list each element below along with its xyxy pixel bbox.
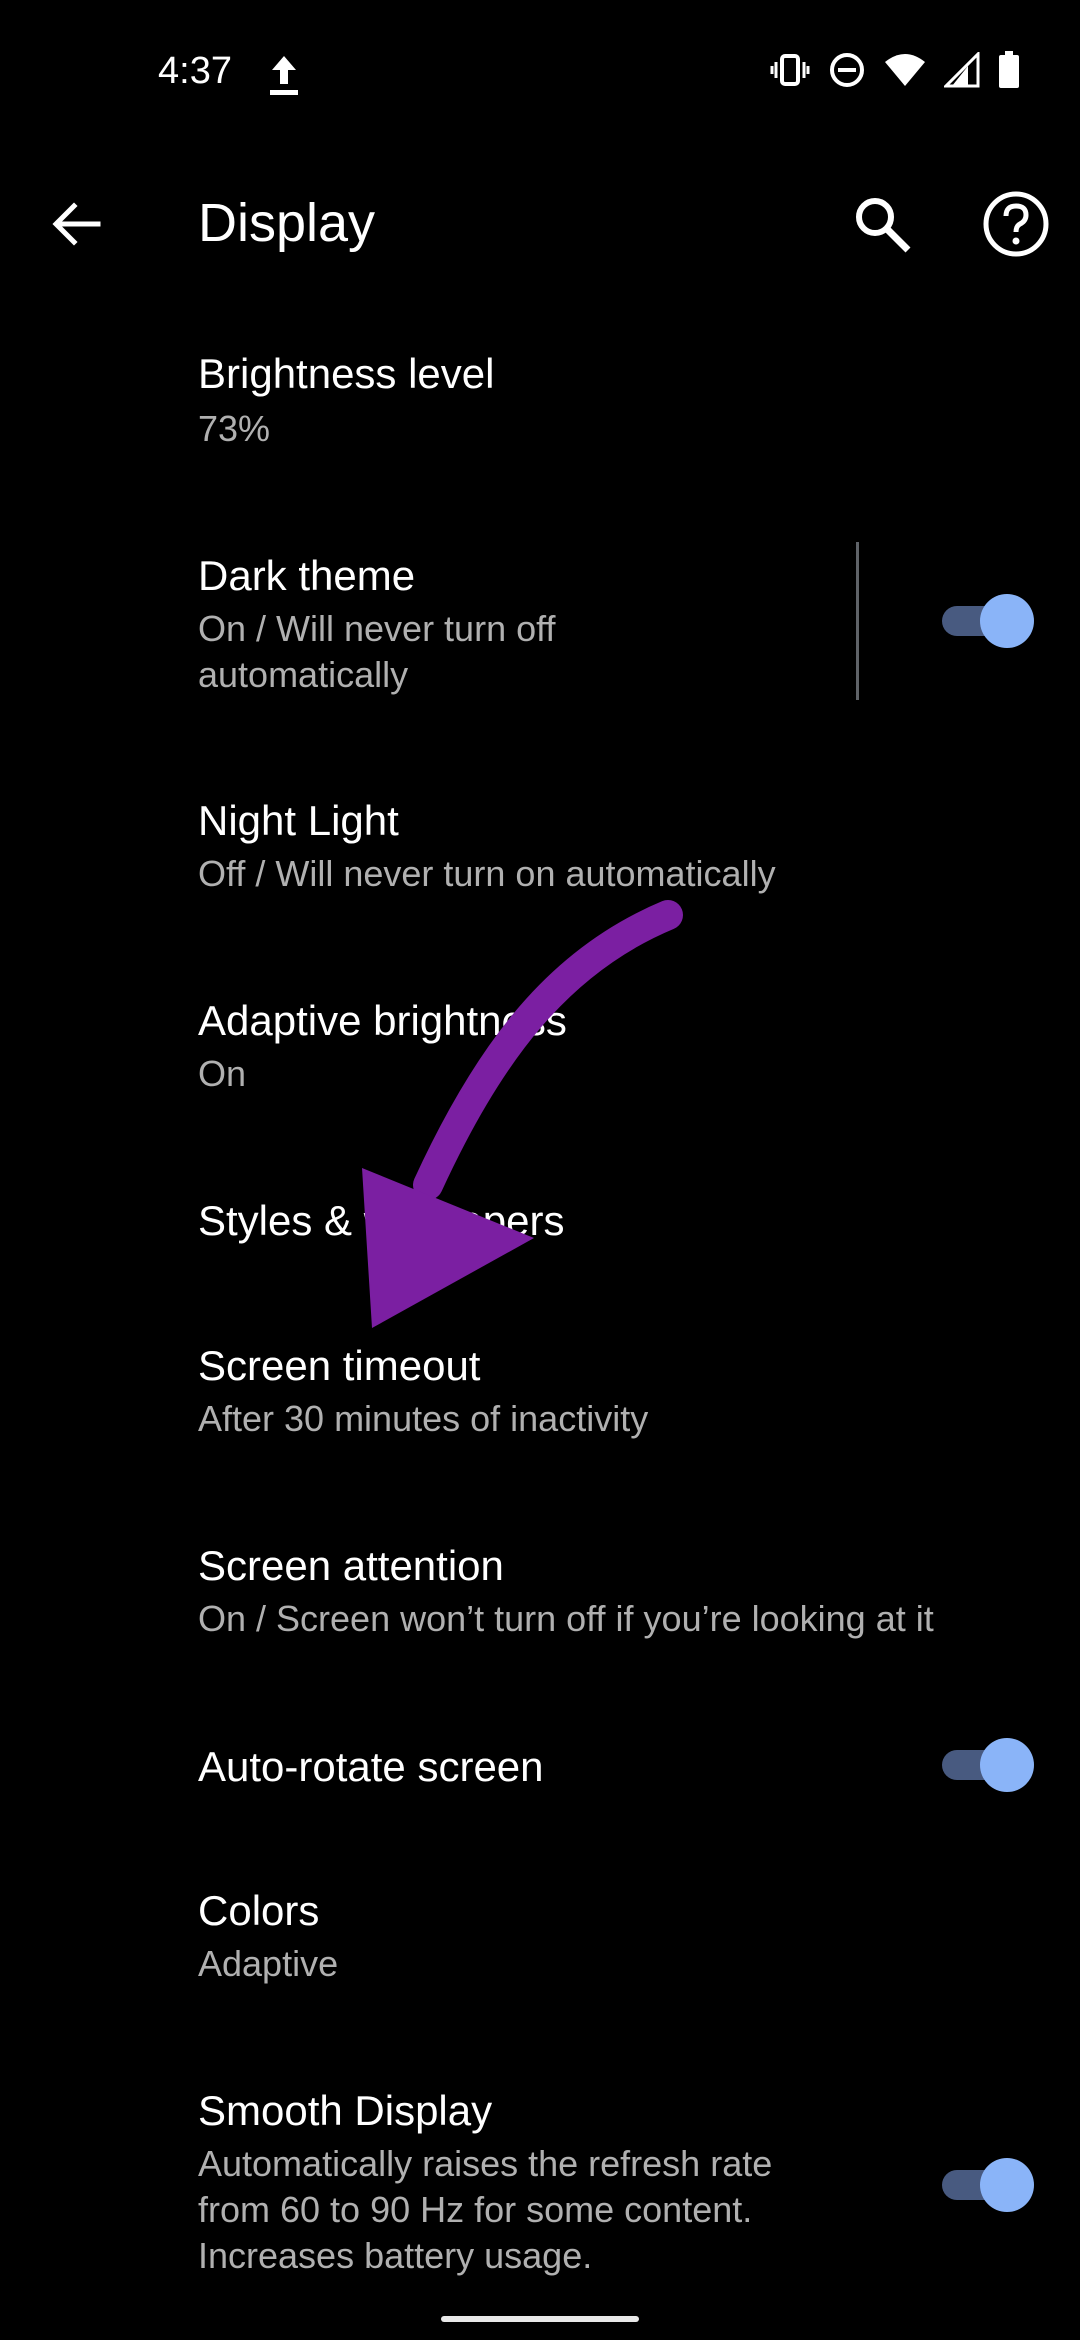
setting-title: Screen attention <box>198 1542 504 1589</box>
setting-title: Night Light <box>198 797 399 844</box>
app-bar: Display <box>0 170 1080 280</box>
clock: 4:37 <box>158 50 232 92</box>
setting-brightness-level[interactable]: Brightness level 73% <box>0 330 1080 480</box>
divider <box>856 542 859 700</box>
setting-smooth-display[interactable]: Smooth Display Automatically raises the … <box>0 2065 1080 2305</box>
arrow-back-icon[interactable] <box>44 192 108 256</box>
battery-icon <box>999 51 1019 88</box>
setting-auto-rotate-screen[interactable]: Auto-rotate screen <box>0 1715 1080 1825</box>
setting-summary: On / Screen won’t turn off if you’re loo… <box>198 1598 934 1639</box>
dark-theme-toggle[interactable] <box>938 590 1034 650</box>
setting-summary: After 30 minutes of inactivity <box>198 1398 649 1439</box>
setting-styles-wallpapers[interactable]: Styles & wallpapers <box>0 1175 1080 1285</box>
setting-title: Dark theme <box>198 552 416 599</box>
setting-dark-theme[interactable]: Dark theme On / Will never turn off auto… <box>0 530 1080 730</box>
auto-rotate-toggle[interactable] <box>938 1734 1034 1794</box>
setting-title: Screen timeout <box>198 1342 481 1389</box>
setting-screen-timeout[interactable]: Screen timeout After 30 minutes of inact… <box>0 1320 1080 1470</box>
setting-summary: Off / Will never turn on automatically <box>198 853 776 894</box>
vibrate-icon <box>770 54 810 86</box>
setting-title: Styles & wallpapers <box>198 1197 565 1244</box>
home-indicator <box>441 2316 639 2322</box>
setting-title: Adaptive brightness <box>198 997 567 1044</box>
setting-colors[interactable]: Colors Adaptive <box>0 1865 1080 2015</box>
setting-night-light[interactable]: Night Light Off / Will never turn on aut… <box>0 775 1080 925</box>
smooth-display-toggle[interactable] <box>938 2154 1034 2214</box>
setting-summary: On <box>198 1053 247 1094</box>
setting-title: Smooth Display <box>198 2087 493 2134</box>
status-bar: 4:37 <box>0 0 1080 150</box>
setting-summary: Automatically raises the refresh rate fr… <box>198 2143 773 2276</box>
setting-screen-attention[interactable]: Screen attention On / Screen won’t turn … <box>0 1520 1080 1670</box>
setting-adaptive-brightness[interactable]: Adaptive brightness On <box>0 975 1080 1125</box>
help-icon[interactable] <box>980 188 1052 260</box>
setting-summary: Adaptive <box>198 1943 339 1984</box>
wifi-icon <box>885 54 925 86</box>
signal-icon <box>944 52 980 88</box>
do-not-disturb-icon <box>830 53 864 87</box>
setting-summary: 73% <box>198 408 271 449</box>
search-icon[interactable] <box>848 190 916 258</box>
page-title: Display <box>198 193 376 253</box>
setting-title: Brightness level <box>198 350 495 397</box>
setting-title: Auto-rotate screen <box>198 1743 544 1790</box>
upload-icon <box>270 56 298 95</box>
setting-title: Colors <box>198 1887 320 1934</box>
setting-summary: On / Will never turn off automatically <box>198 608 556 695</box>
